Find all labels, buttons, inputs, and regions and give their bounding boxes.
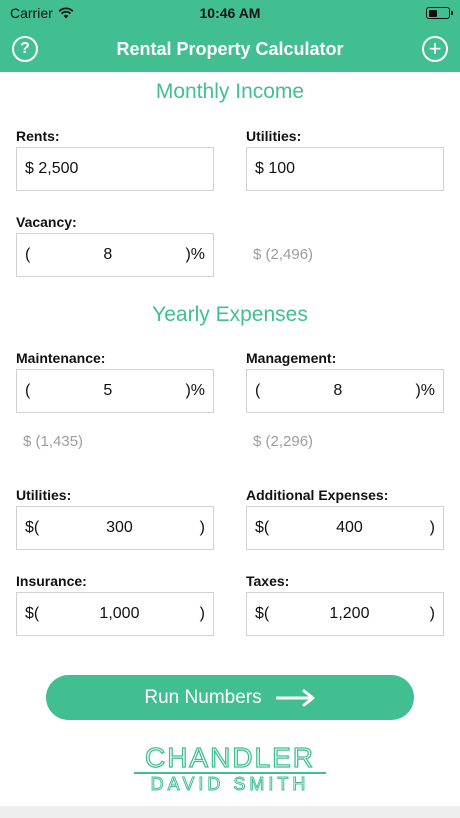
- maintenance-label: Maintenance:: [16, 350, 106, 366]
- bottom-strip: [0, 806, 460, 818]
- management-label: Management:: [246, 350, 337, 366]
- taxes-input[interactable]: $( 1,200 ): [246, 592, 444, 636]
- page-title: Rental Property Calculator: [116, 38, 344, 59]
- plus-icon: +: [428, 36, 442, 61]
- additional-expenses-label: Additional Expenses:: [246, 487, 389, 503]
- additional-expenses-suffix: ): [429, 519, 435, 536]
- additional-expenses-prefix: $(: [255, 519, 270, 536]
- vacancy-input[interactable]: ( 8 )%: [16, 233, 214, 277]
- management-computed: $ (2,296): [253, 433, 314, 450]
- status-left: Carrier: [10, 5, 74, 21]
- income-utilities-input[interactable]: $ 100: [246, 147, 444, 191]
- management-value: 8: [333, 382, 343, 399]
- help-button[interactable]: ?: [12, 36, 38, 62]
- expense-utilities-prefix: $(: [25, 519, 40, 536]
- logo-line-2: DAVID SMITH: [150, 774, 310, 795]
- taxes-value: 1,200: [329, 605, 370, 622]
- vacancy-label: Vacancy:: [16, 214, 77, 230]
- monthly-income-title: Monthly Income: [155, 80, 305, 103]
- management-suffix: )%: [415, 382, 435, 399]
- rents-input[interactable]: $ 2,500: [16, 147, 214, 191]
- additional-expenses-input[interactable]: $( 400 ): [246, 506, 444, 550]
- taxes-label: Taxes:: [246, 573, 290, 589]
- vacancy-suffix: )%: [185, 246, 205, 263]
- maintenance-value: 5: [103, 382, 113, 399]
- insurance-prefix: $(: [25, 605, 40, 622]
- insurance-label: Insurance:: [16, 573, 87, 589]
- insurance-suffix: ): [199, 605, 205, 622]
- expense-utilities-input[interactable]: $( 300 ): [16, 506, 214, 550]
- income-utilities-value: $ 100: [255, 160, 296, 177]
- carrier-label: Carrier: [10, 5, 53, 21]
- add-button[interactable]: +: [422, 36, 448, 62]
- vacancy-computed: $ (2,496): [253, 246, 314, 263]
- rents-label: Rents:: [16, 128, 60, 144]
- additional-expenses-value: 400: [336, 519, 363, 536]
- expense-utilities-value: 300: [106, 519, 133, 536]
- brand-logo: CHANDLER DAVID SMITH: [130, 741, 330, 795]
- vacancy-value: 8: [103, 246, 113, 263]
- status-bar: Carrier 10:46 AM: [0, 0, 460, 26]
- insurance-value: 1,000: [99, 605, 140, 622]
- logo-line-1: CHANDLER: [144, 741, 316, 773]
- taxes-prefix: $(: [255, 605, 270, 622]
- expense-utilities-label: Utilities:: [16, 487, 72, 503]
- taxes-suffix: ): [429, 605, 435, 622]
- income-utilities-label: Utilities:: [246, 128, 302, 144]
- management-input[interactable]: ( 8 )%: [246, 369, 444, 413]
- run-numbers-button[interactable]: Run Numbers: [46, 675, 414, 720]
- nav-bar: ? Rental Property Calculator +: [0, 26, 460, 72]
- arrow-right-icon: [275, 689, 315, 706]
- battery-icon: [426, 7, 453, 19]
- maintenance-computed: $ (1,435): [23, 433, 84, 450]
- maintenance-suffix: )%: [185, 382, 205, 399]
- rents-value: $ 2,500: [25, 160, 79, 177]
- expense-utilities-suffix: ): [199, 519, 205, 536]
- wifi-icon: [58, 7, 74, 19]
- run-numbers-label: Run Numbers: [144, 686, 262, 708]
- yearly-expenses-title: Yearly Expenses: [152, 303, 308, 326]
- battery-level: [428, 9, 438, 17]
- maintenance-input[interactable]: ( 5 )%: [16, 369, 214, 413]
- insurance-input[interactable]: $( 1,000 ): [16, 592, 214, 636]
- help-icon: ?: [20, 40, 30, 57]
